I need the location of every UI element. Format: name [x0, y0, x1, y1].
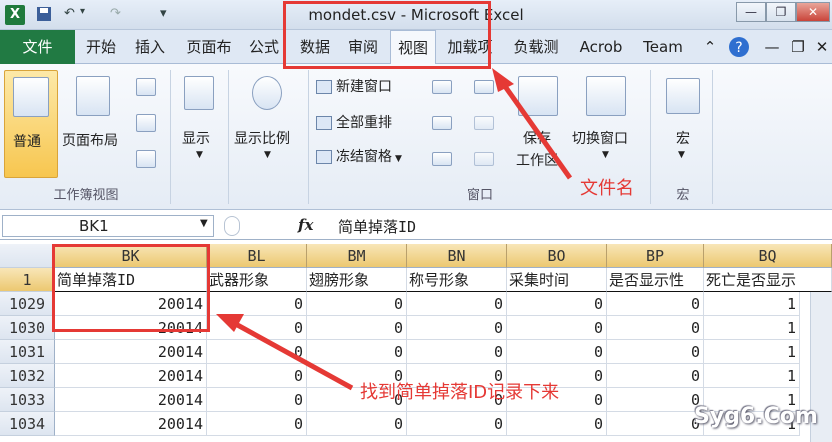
arrow-head-id	[216, 314, 244, 332]
arrow-line-id	[230, 319, 354, 391]
annotation-arrows	[216, 68, 573, 391]
arrow-line-filename	[499, 80, 573, 180]
arrow-head-filename	[492, 68, 514, 92]
annotation-filename: 文件名	[580, 178, 634, 199]
watermark: Syg6.Com	[694, 404, 818, 429]
annotation-find-id: 找到简单掉落ID记录下来	[360, 382, 560, 403]
